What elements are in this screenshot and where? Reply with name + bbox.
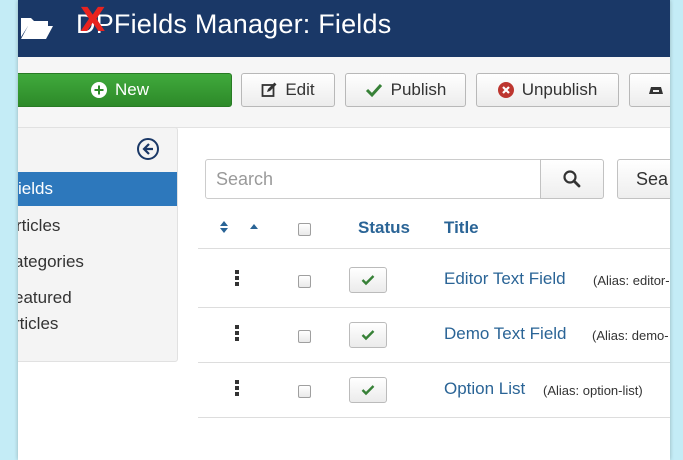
title-text: PFields Manager: Fields [95, 9, 392, 39]
row-checkbox[interactable] [298, 385, 311, 398]
publish-button-label: Publish [390, 80, 447, 99]
drag-handle-icon[interactable] [235, 270, 239, 288]
status-toggle-button[interactable] [349, 322, 387, 348]
sidebar-item-categories[interactable]: ategories [18, 249, 177, 275]
sidebar: ields rticles ategories eatured rticles [18, 127, 178, 362]
sidebar-item-label: rticles [18, 216, 61, 235]
arrow-left-circle-icon[interactable] [136, 137, 160, 161]
table-row: Editor Text Field (Alias: editor- [198, 253, 670, 308]
admin-window: D X PFields Manager: Fields New Edit Publi… [18, 0, 670, 460]
status-toggle-button[interactable] [349, 377, 387, 403]
status-column-header[interactable]: Status [358, 218, 410, 238]
sidebar-item-label: ields [18, 179, 53, 198]
row-checkbox[interactable] [298, 275, 311, 288]
folder-open-icon [21, 18, 53, 39]
row-title-link[interactable]: Editor Text Field [444, 269, 566, 289]
table-header: Status Title [198, 206, 670, 249]
status-toggle-button[interactable] [349, 267, 387, 293]
search-button[interactable] [540, 159, 604, 199]
search-input[interactable] [205, 159, 541, 199]
drag-handle-icon[interactable] [235, 380, 239, 398]
search-icon [563, 170, 581, 188]
edit-button[interactable]: Edit [241, 73, 335, 107]
unpublish-button-label: Unpublish [521, 80, 598, 99]
sidebar-item-fields[interactable]: ields [18, 172, 177, 206]
header-bar: D X PFields Manager: Fields [18, 0, 670, 57]
title-column-header[interactable]: Title [444, 218, 479, 238]
unpublish-button[interactable]: Unpublish [476, 73, 619, 107]
x-circle-icon [497, 82, 514, 98]
sort-asc-icon[interactable] [249, 223, 259, 230]
toolbar: New Edit Publish Unpublish [18, 57, 670, 128]
table-row: Demo Text Field (Alias: demo- [198, 308, 670, 363]
publish-button[interactable]: Publish [345, 73, 466, 107]
row-checkbox[interactable] [298, 330, 311, 343]
title-strike-mark: X [80, 0, 106, 39]
row-alias: (Alias: demo- [592, 328, 669, 343]
sidebar-item-label: eatured [18, 288, 72, 307]
new-button-label: New [114, 80, 149, 99]
check-icon [361, 385, 375, 396]
row-alias: (Alias: editor- [593, 273, 670, 288]
check-icon [361, 330, 375, 341]
row-title-link[interactable]: Demo Text Field [444, 324, 567, 344]
page-title: D X PFields Manager: Fields [76, 0, 392, 40]
drag-handle-icon[interactable] [235, 325, 239, 343]
row-alias: (Alias: option-list) [543, 383, 643, 398]
sidebar-item-label-line2: rticles [18, 314, 59, 333]
table-row: Option List (Alias: option-list) [198, 363, 670, 418]
sort-icon[interactable] [219, 220, 229, 234]
sidebar-item-featured-articles[interactable]: eatured rticles [18, 285, 177, 337]
select-all-checkbox[interactable] [298, 223, 311, 236]
edit-button-label: Edit [285, 80, 315, 99]
title-mark: DX [76, 0, 106, 39]
sidebar-item-articles[interactable]: rticles [18, 213, 177, 239]
edit-icon [261, 82, 277, 97]
archive-button[interactable] [629, 73, 670, 107]
new-button[interactable]: New [18, 73, 232, 107]
archive-icon [649, 87, 663, 94]
check-icon [361, 275, 375, 286]
sidebar-item-label: ategories [18, 252, 84, 271]
row-title-link[interactable]: Option List [444, 379, 525, 399]
check-icon [365, 83, 382, 98]
plus-circle-icon [90, 82, 107, 98]
search-tools-button[interactable]: Sea [617, 159, 670, 199]
